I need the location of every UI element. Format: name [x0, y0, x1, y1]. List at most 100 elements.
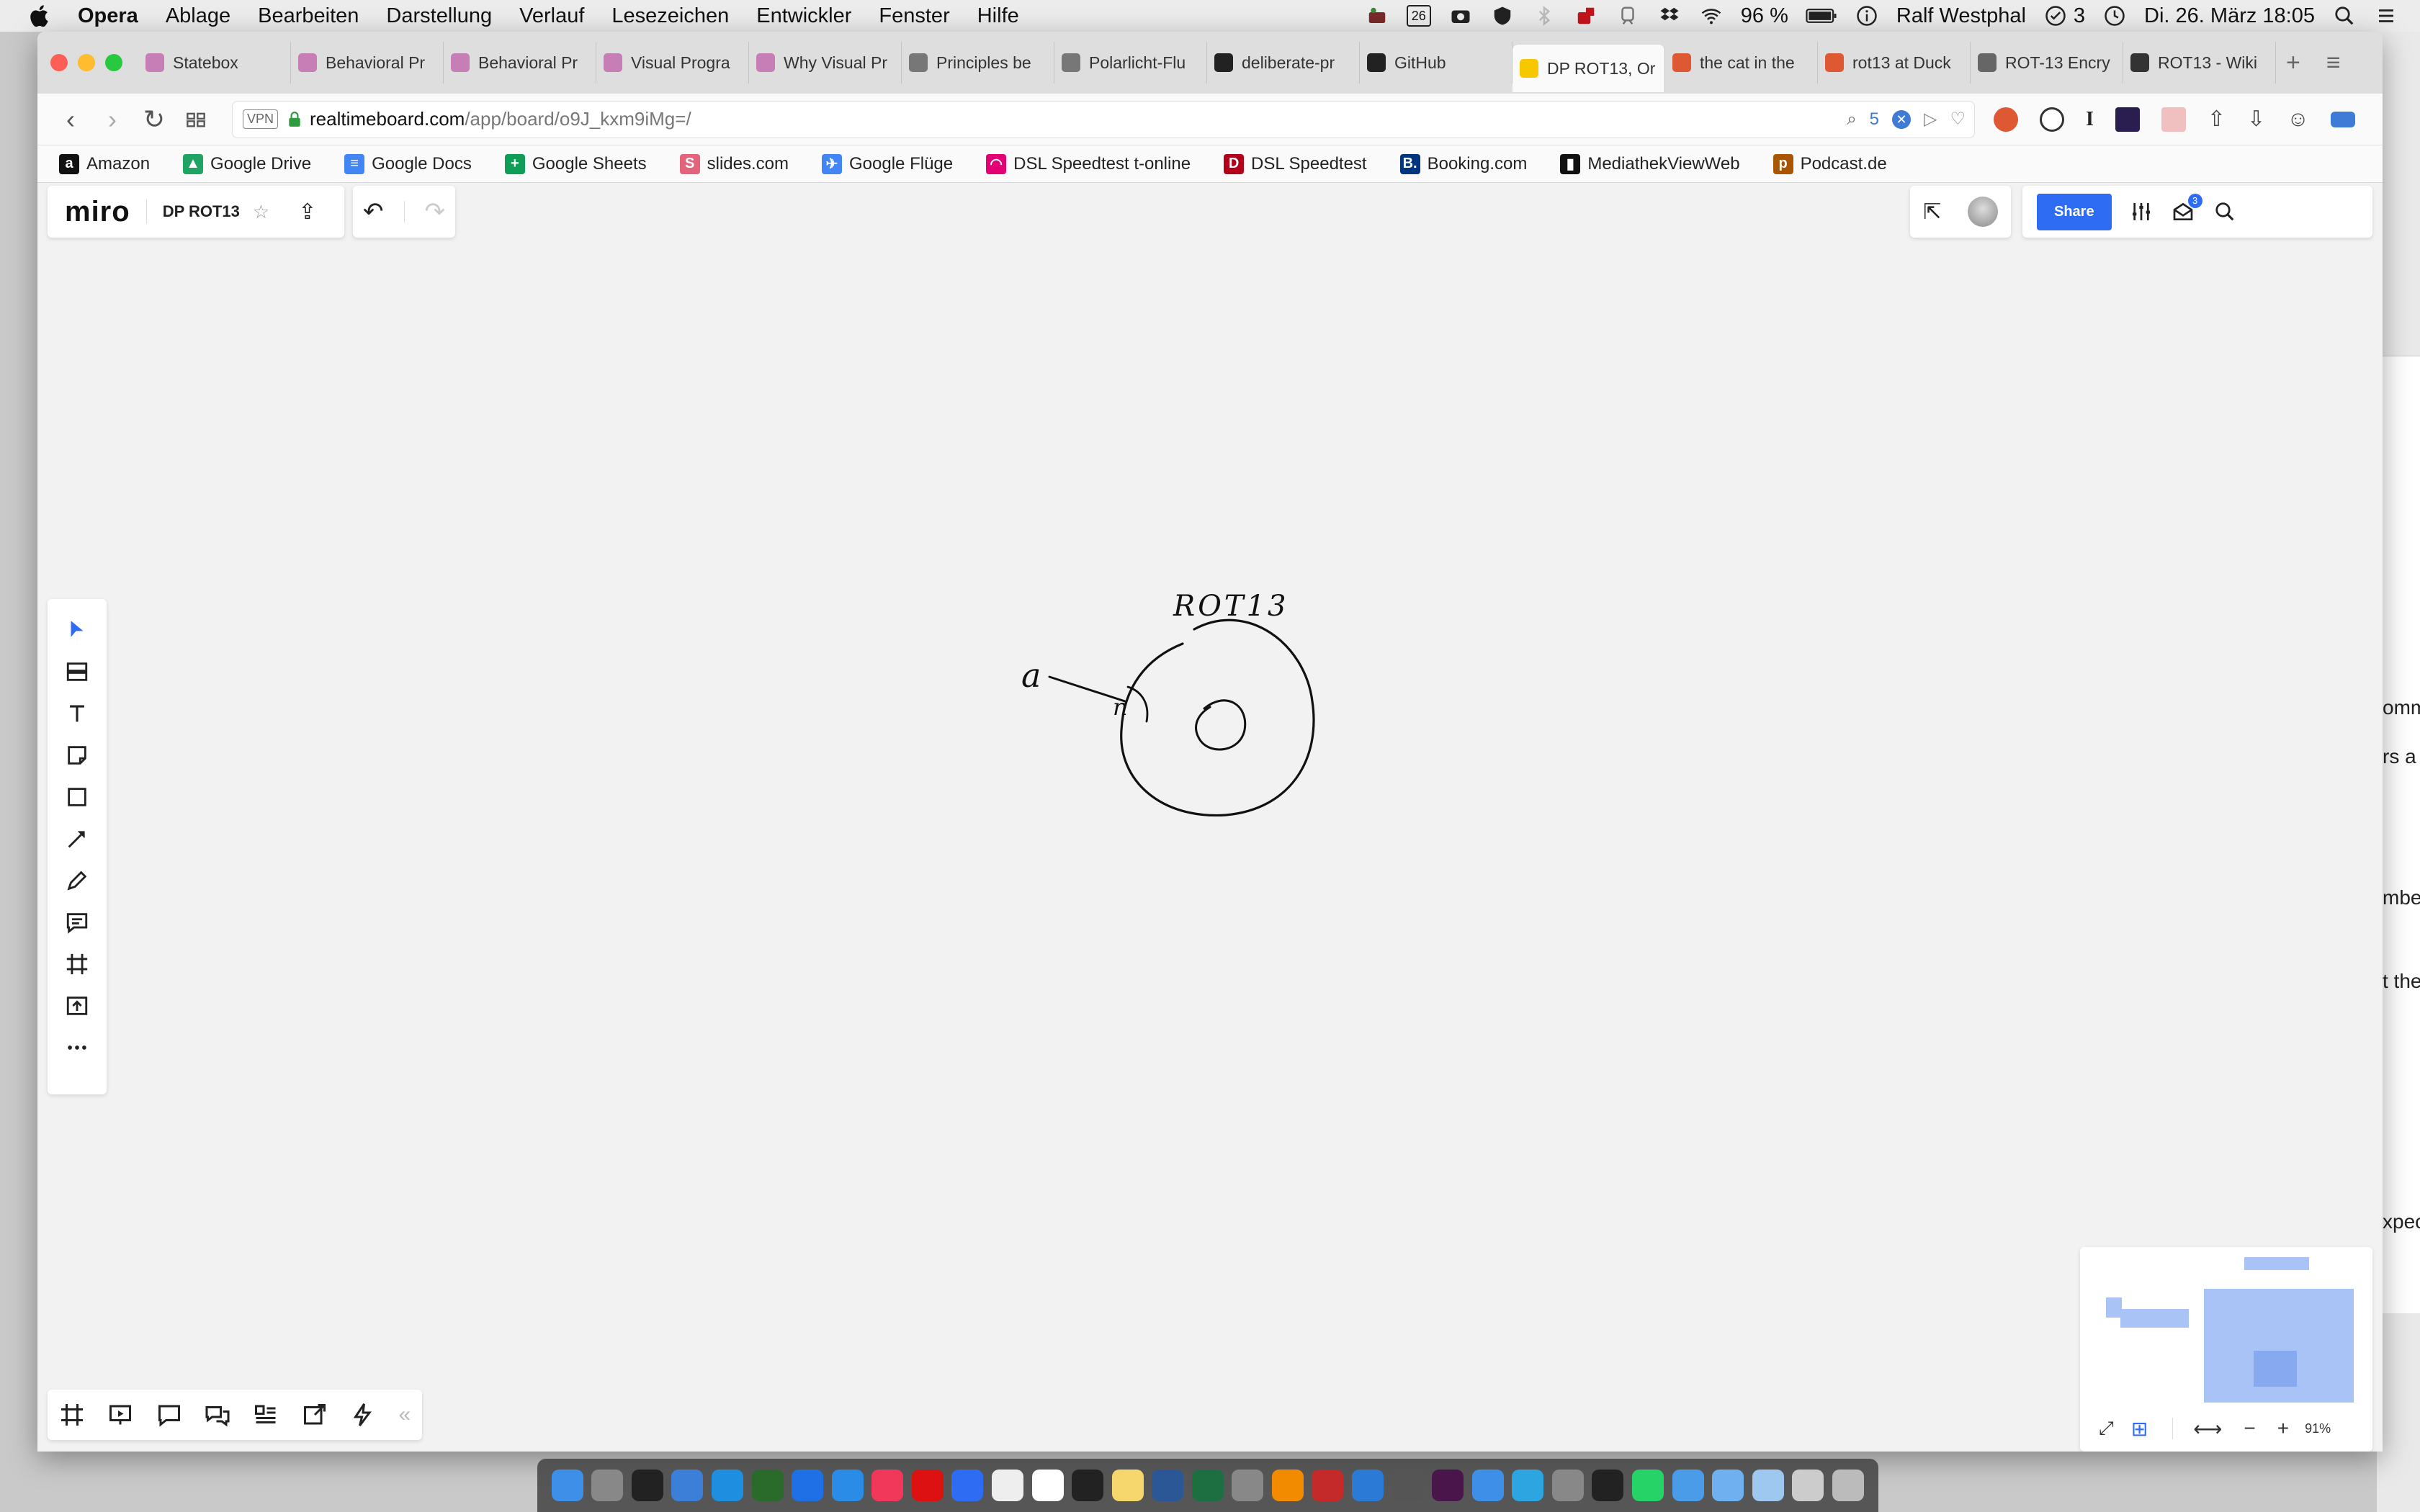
cursor-follow-icon[interactable]: ⇱ — [1923, 199, 1941, 225]
dock-app-icon[interactable] — [1471, 1470, 1504, 1501]
miro-board[interactable]: ROT13 a n miro DP ROT13 ☆ ⇪ ↶ ↷ ⇱ Share — [37, 183, 2383, 1452]
board-canvas[interactable]: ROT13 a n — [37, 183, 2383, 1452]
rot13-label[interactable]: ROT13 — [1173, 590, 1289, 623]
templates-tool-icon[interactable] — [60, 654, 94, 689]
tab[interactable]: ROT-13 Encry — [1971, 42, 2123, 84]
dock-app-icon[interactable] — [991, 1470, 1023, 1501]
share-button[interactable]: Share — [2037, 193, 2112, 230]
board-name[interactable]: DP ROT13 — [163, 202, 240, 221]
wifi-icon[interactable] — [1699, 5, 1724, 27]
apple-menu-icon[interactable] — [27, 3, 53, 29]
redo-icon[interactable]: ↷ — [425, 197, 446, 226]
connection-line-tool-icon[interactable] — [60, 822, 94, 856]
extension-4-icon[interactable] — [2115, 107, 2140, 132]
dock-app-icon[interactable] — [1392, 1470, 1424, 1501]
bookmark-item[interactable]: ◠ DSL Speedtest t-online — [986, 153, 1191, 174]
tab[interactable]: ROT13 - Wiki — [2123, 42, 2276, 84]
tab[interactable]: GitHub — [1360, 42, 1512, 84]
pen-tool-icon[interactable] — [60, 863, 94, 898]
bookmark-item[interactable]: + Google Sheets — [504, 153, 647, 174]
tab[interactable]: Visual Progra — [596, 42, 749, 84]
tab[interactable]: Principles be — [902, 42, 1054, 84]
input-symbol[interactable]: a — [1021, 656, 1041, 695]
instapaper-extension-icon[interactable]: I — [2086, 108, 2094, 131]
tab-menu-icon[interactable]: ≡ — [2326, 49, 2341, 77]
bookmark-item[interactable]: Sslides.com — [679, 153, 789, 174]
more-tools-icon[interactable] — [60, 1030, 94, 1065]
fullscreen-icon[interactable]: ⤢ — [2099, 1417, 2114, 1440]
1password-extension-icon[interactable] — [2040, 107, 2064, 132]
dock-app-icon[interactable] — [1631, 1470, 1664, 1501]
tab[interactable]: Statebox — [138, 42, 291, 84]
sticky-note-tool-icon[interactable] — [60, 738, 94, 773]
map-icon[interactable]: ⊞ — [2131, 1417, 2148, 1441]
zoom-level[interactable]: 91% — [2305, 1421, 2331, 1436]
minimize-window-button[interactable] — [78, 54, 95, 71]
screen-share-icon[interactable] — [302, 1402, 328, 1428]
menu-darstellung[interactable]: Darstellung — [386, 4, 492, 28]
card-list-icon[interactable] — [253, 1402, 279, 1428]
dock-app-icon[interactable] — [671, 1470, 704, 1501]
select-tool-icon[interactable] — [60, 613, 94, 647]
zoom-out-icon[interactable]: − — [2244, 1417, 2255, 1440]
tab[interactable]: Behavioral Pr — [444, 42, 596, 84]
battery-saver-icon[interactable] — [2330, 111, 2355, 127]
tab[interactable]: rot13 at Duck — [1818, 42, 1971, 84]
battery-icon[interactable] — [1806, 5, 1837, 27]
bookmark-item[interactable]: D DSL Speedtest — [1224, 153, 1367, 174]
dock-app-icon[interactable] — [1432, 1470, 1464, 1501]
info-icon[interactable] — [1855, 5, 1879, 27]
activity-bolt-icon[interactable] — [350, 1402, 376, 1428]
url-bar[interactable]: VPN realtimeboard.com/app/board/o9J_kxm9… — [232, 100, 1975, 138]
menu-lesezeichen[interactable]: Lesezeichen — [611, 4, 729, 28]
user-name[interactable]: Ralf Westphal — [1896, 4, 2026, 28]
dock-app-icon[interactable] — [1792, 1470, 1824, 1501]
calendar-day-icon[interactable]: 26 — [1406, 5, 1431, 27]
menu-app-name[interactable]: Opera — [78, 4, 138, 28]
spotlight-search-icon[interactable] — [2332, 5, 2357, 27]
dock-app-icon[interactable] — [1592, 1470, 1624, 1501]
dock-app-icon[interactable] — [1551, 1470, 1584, 1501]
comment-tool-icon[interactable] — [60, 905, 94, 940]
menu-bearbeiten[interactable]: Bearbeiten — [258, 4, 359, 28]
notification-center-icon[interactable] — [2374, 5, 2398, 27]
account-icon[interactable]: ☺ — [2287, 107, 2309, 132]
send-icon[interactable]: ▷ — [1924, 109, 1937, 130]
frames-icon[interactable] — [59, 1402, 85, 1428]
tab[interactable]: Behavioral Pr — [291, 42, 444, 84]
dock-app-icon[interactable] — [591, 1470, 624, 1501]
bookmark-item[interactable]: a Amazon — [59, 153, 150, 174]
dock-app-icon[interactable] — [1312, 1470, 1344, 1501]
search-icon[interactable]: ⌕ — [1847, 109, 1856, 130]
zoom-window-button[interactable] — [105, 54, 122, 71]
bluetooth-icon[interactable] — [1532, 5, 1556, 27]
timer-icon[interactable] — [2102, 5, 2127, 27]
upload-tool-icon[interactable] — [60, 989, 94, 1023]
tab[interactable]: deliberate-pr — [1207, 42, 1360, 84]
text-tool-icon[interactable] — [60, 696, 94, 731]
chat-icon[interactable] — [205, 1402, 230, 1428]
adblock-icon[interactable]: ✕ — [1892, 109, 1912, 129]
train-icon[interactable] — [1615, 5, 1640, 27]
bookmark-item[interactable]: B. Booking.com — [1399, 153, 1527, 174]
avatar[interactable] — [1967, 197, 1998, 227]
tab[interactable]: the cat in the — [1665, 42, 1818, 84]
dock-app-icon[interactable] — [1191, 1470, 1224, 1501]
tab-overview-icon[interactable] — [177, 101, 215, 138]
settings-sliders-icon[interactable] — [2129, 199, 2154, 224]
reload-icon[interactable]: ↻ — [135, 101, 173, 138]
fit-to-screen-icon[interactable]: ⟷ — [2193, 1417, 2222, 1441]
dock-app-icon[interactable] — [911, 1470, 944, 1501]
messages-extension-icon[interactable] — [2161, 107, 2186, 132]
dock-app-icon[interactable] — [871, 1470, 904, 1501]
menu-fenster[interactable]: Fenster — [879, 4, 949, 28]
dock-app-icon[interactable] — [1031, 1470, 1064, 1501]
export-icon[interactable]: ⇪ — [298, 199, 316, 225]
undo-icon[interactable]: ↶ — [363, 197, 384, 226]
menu-verlauf[interactable]: Verlauf — [519, 4, 584, 28]
notifications-icon[interactable]: 3 — [2171, 194, 2202, 224]
star-icon[interactable]: ☆ — [253, 201, 269, 223]
dock-app-icon[interactable] — [551, 1470, 583, 1501]
tab[interactable]: DP ROT13, Or — [1512, 45, 1665, 92]
vpn-status-icon[interactable] — [1574, 5, 1598, 27]
